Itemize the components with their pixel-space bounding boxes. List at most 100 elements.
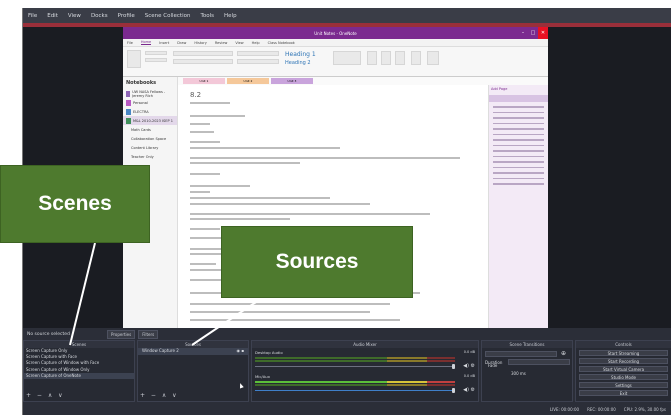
section-tabs: Unit 1 Unit 2 Unit 3 [178,77,548,85]
maximize-icon: □ [530,30,536,36]
studio-mode-button[interactable]: Studio Mode [579,373,668,380]
onenote-tab: Class Notebook [267,40,295,45]
mixer-channel-db: 0.0 dB [463,350,475,354]
speaker-icon[interactable]: ◀) ⚙ [463,387,475,393]
outlook-icon [395,51,405,65]
rec-timer: REC: 00:00:00 [587,407,616,412]
volume-meter [255,381,455,384]
cpu-usage: CPU: 2.9%, 30.00 fps [623,407,666,412]
menu-tools[interactable]: Tools [200,13,214,19]
scenes-dock-header: Scenes [24,341,134,348]
email-icon [411,51,421,65]
menu-docks[interactable]: Docks [91,13,108,19]
paragraph-row [237,59,279,64]
onenote-window-buttons: – □ ✕ [518,27,548,39]
visibility-eye-icon[interactable]: ◉ ▪ [237,348,244,355]
meeting-icon [427,51,439,65]
status-bar: LIVE: 00:00:00 REC: 00:00:00 CPU: 2.9%, … [23,404,671,415]
minimize-icon: – [521,30,525,36]
onenote-ribbon-tabs: File Home Insert Draw History Review Vie… [123,39,548,47]
notebook-item: ELECTRA [123,107,177,116]
controls-dock: Controls Start Streaming Start Recording… [575,340,671,402]
speaker-icon[interactable]: ◀) ⚙ [463,363,475,369]
close-icon: ✕ [538,27,548,39]
transition-select[interactable]: Fade [485,351,557,368]
audio-mixer-dock: Audio Mixer Desktop Audio 0.0 dB ◀) ⚙ Mi… [251,340,479,402]
format-row [173,59,233,64]
no-source-label: No source selected [27,331,70,337]
scene-item-selected[interactable]: Screen Capture of OneNote [24,372,134,379]
add-transition-icon[interactable]: ⊕ [561,350,566,357]
section-tab: Unit 1 [183,78,225,84]
menu-edit[interactable]: Edit [47,13,58,19]
onenote-tab: Home [140,40,152,45]
start-recording-button[interactable]: Start Recording [579,357,668,364]
volume-meter [255,357,455,360]
exit-button[interactable]: Exit [579,389,668,396]
properties-button[interactable]: Properties [107,329,136,339]
find-tags-icon [381,51,391,65]
fader-knob[interactable] [452,388,455,393]
menu-help[interactable]: Help [224,13,237,19]
menu-file[interactable]: File [28,13,37,19]
onenote-tab: File [127,40,133,45]
volume-meter [255,384,455,387]
mouse-cursor-icon [238,382,244,389]
start-virtual-camera-button[interactable]: Start Virtual Camera [579,365,668,372]
add-page-button: Add Page [491,87,508,91]
mixer-channel-name: Desktop Audio [255,350,283,355]
pages-pane: Add Page [488,85,548,328]
notebook-section: Teacher Only [131,154,154,159]
page-title: 8.2 [190,91,202,99]
onenote-titlebar: Unit Notes - OneNote – □ ✕ [123,27,548,39]
notebook-item: M&L 2010-2023 ISEP 1 [123,116,177,125]
sources-dock: Sources Window Capture 2 ◉ ▪ + − ∧ ∨ [137,340,249,402]
desktop: File Edit View Docks Profile Scene Colle… [0,0,671,415]
notebook-section: Math Cards [131,127,151,132]
page-item-selected [489,95,548,102]
live-timer: LIVE: 00:00:00 [549,407,580,412]
menu-scene-collection[interactable]: Scene Collection [145,13,191,19]
source-item[interactable]: Window Capture 2 ◉ ▪ [138,348,248,355]
onenote-ribbon: Heading 1 Heading 2 [123,47,548,77]
menu-profile[interactable]: Profile [118,13,135,19]
sources-callout: Sources [221,226,413,298]
style-heading-1: Heading 1 [285,51,316,58]
onenote-tab: History [194,40,207,45]
duration-input[interactable]: 300 ms [508,359,570,376]
todo-icon [367,51,377,65]
clipboard-group [145,58,167,62]
sources-dock-header: Sources [138,341,248,348]
onenote-tab: Draw [177,40,187,45]
scenes-callout: Scenes [0,165,150,243]
menu-bar: File Edit View Docks Profile Scene Colle… [23,8,671,23]
scenes-dock-toolbar[interactable]: + − ∧ ∨ [26,392,65,401]
onenote-title: Unit Notes - OneNote [314,30,357,36]
filters-button[interactable]: Filters [138,329,159,339]
transitions-dock-header: Scene Transitions [482,341,572,348]
start-streaming-button[interactable]: Start Streaming [579,349,668,356]
onenote-tab: Help [251,40,260,45]
paste-icon [127,50,141,68]
notebook-item: Personal [123,98,177,107]
volume-fader[interactable] [255,366,455,367]
onenote-tab: Insert [159,40,170,45]
sources-dock-toolbar[interactable]: + − ∧ ∨ [140,392,179,401]
scene-transitions-dock: Scene Transitions Fade ⊕ Duration 300 ms [481,340,573,402]
mixer-dock-header: Audio Mixer [252,341,478,348]
scenes-dock: Scenes Screen Capture Only Screen Captur… [23,340,135,402]
menu-view[interactable]: View [68,13,81,19]
section-tab: Unit 3 [271,78,313,84]
volume-fader[interactable] [255,390,455,391]
mixer-channel-db: 0.0 dB [463,374,475,378]
fader-knob[interactable] [452,364,455,369]
duration-label: Duration [485,360,503,365]
notebook-section: Collaboration Space [131,136,167,141]
volume-meter [255,360,455,363]
settings-button[interactable]: Settings [579,381,668,388]
paragraph-row [237,51,279,56]
font-box [173,51,233,56]
clipboard-group [145,51,167,55]
onenote-tab: View [235,40,244,45]
section-tab: Unit 2 [227,78,269,84]
